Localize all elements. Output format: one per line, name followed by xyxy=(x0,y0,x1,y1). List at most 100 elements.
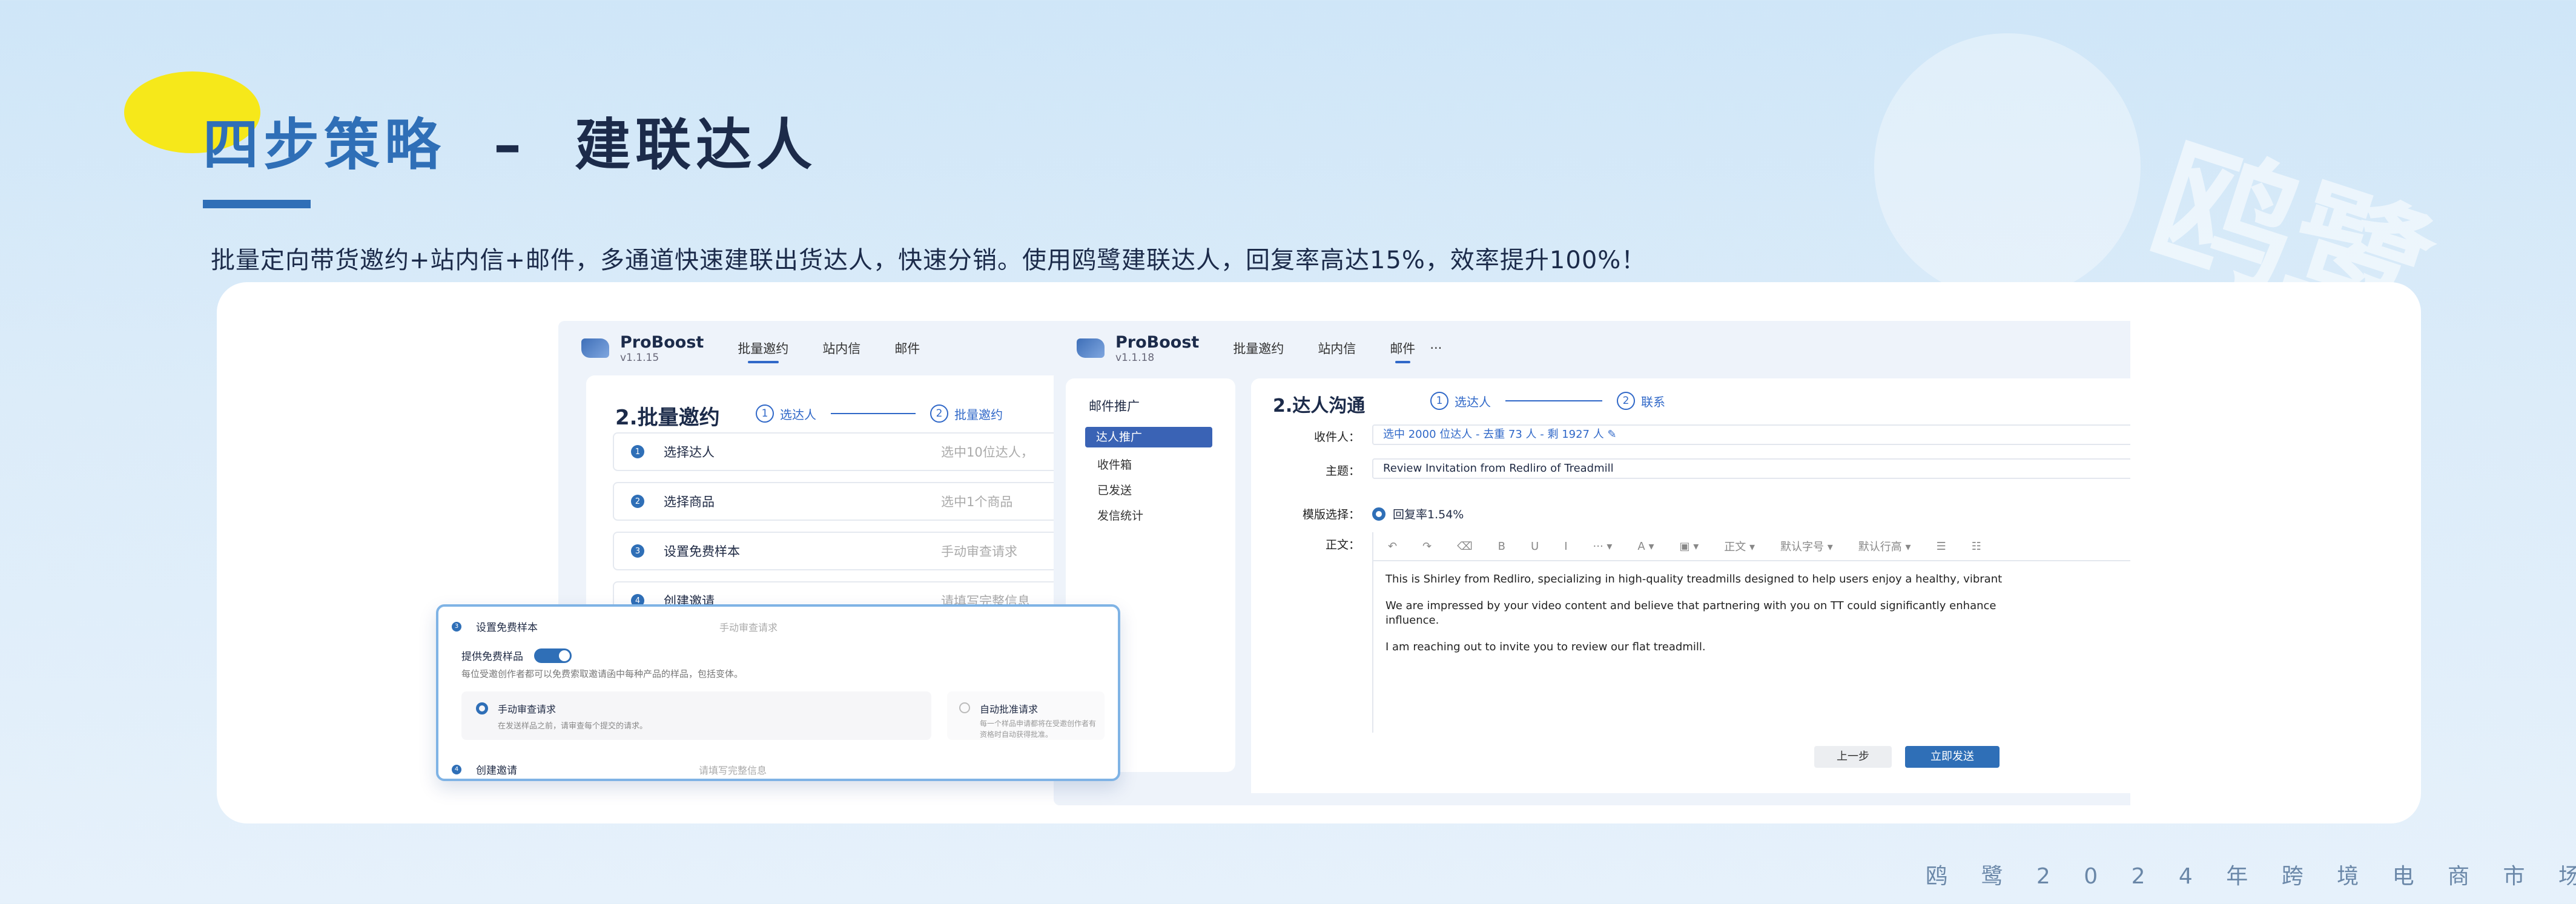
subject-input[interactable]: Review Invitation from Redliro of Treadm… xyxy=(1372,458,2130,479)
sidebar-item-creator-promo[interactable]: 达人推广 xyxy=(1085,427,1212,447)
brand: ProBoost v1.1.18 xyxy=(1115,333,1199,364)
font-color-dropdown[interactable]: A ▾ xyxy=(1637,540,1654,553)
option-note: 每一个样品申请都将在受邀创作者有资格时自动获得批准。 xyxy=(980,719,1097,739)
free-sample-toggle-row: 提供免费样品 xyxy=(461,648,572,663)
page-title: 四步策略 – 建联达人 xyxy=(203,100,817,180)
step-1-label[interactable]: 选达人 xyxy=(780,405,816,423)
nav-more-icon[interactable]: ··· xyxy=(1430,341,1442,355)
toggle-label: 提供免费样品 xyxy=(461,651,523,663)
option-manual-review[interactable]: 手动审查请求 在发送样品之前，请审查每个提交的请求。 xyxy=(461,691,931,740)
brand-name: ProBoost xyxy=(1115,332,1200,352)
watermark-logo xyxy=(1874,33,2141,300)
step-2-circle: 2 xyxy=(930,404,948,423)
title-rest: 建联达人 xyxy=(575,113,817,177)
step-number: 4 xyxy=(452,764,461,774)
subject-label: 主题： xyxy=(1325,464,1360,478)
popup-header-value: 手动审查请求 xyxy=(719,621,778,633)
step-title: 2.达人沟通 xyxy=(1273,395,1366,417)
font-size-dropdown[interactable]: 默认字号 ▾ xyxy=(1780,538,1833,554)
popup-header-label: 设置免费样本 xyxy=(476,622,538,634)
free-sample-popup: 3 设置免费样本 手动审查请求 提供免费样品 每位受邀创作者都可以免费索取邀请函… xyxy=(436,604,1120,781)
body-label: 正文： xyxy=(1325,538,1360,552)
sidebar-item-inbox[interactable]: 收件箱 xyxy=(1097,456,1132,472)
stepper: 1 选达人 2 批量邀约 xyxy=(756,404,1003,423)
nav-tab-inbox-message[interactable]: 站内信 xyxy=(822,339,860,357)
popup-next-row[interactable]: 4 创建邀请 请填写完整信息 xyxy=(452,762,767,777)
toggle-note: 每位受邀创作者都可以免费索取邀请函中每种产品的样品，包括变体。 xyxy=(461,668,744,679)
paragraph-style-dropdown[interactable]: 正文 ▾ xyxy=(1724,538,1755,554)
step-number: 3 xyxy=(452,621,461,632)
bullet-list-icon[interactable]: ☰ xyxy=(1937,540,1946,553)
option-auto-approve[interactable]: 自动批准请求 每一个样品申请都将在受邀创作者有资格时自动获得批准。 xyxy=(947,691,1105,740)
body-line: I am reaching out to invite you to revie… xyxy=(1385,641,1706,653)
nav-tab-batch-invite[interactable]: 批量邀约 xyxy=(738,339,788,363)
italic-icon[interactable]: I xyxy=(1564,540,1567,553)
recipient-label: 收件人： xyxy=(1313,431,1360,444)
step-1-label[interactable]: 选达人 xyxy=(1455,392,1491,410)
numbered-list-icon[interactable]: ☷ xyxy=(1972,540,1981,553)
radio-unselected-icon xyxy=(959,702,970,713)
row-value: 选中10位达人， xyxy=(941,445,1034,460)
free-sample-toggle[interactable] xyxy=(534,648,572,663)
step-1-circle: 1 xyxy=(756,404,774,423)
more-format-dropdown[interactable]: ··· ▾ xyxy=(1593,540,1613,553)
radio-selected-icon xyxy=(476,702,488,714)
option-note: 在发送样品之前，请审查每个提交的请求。 xyxy=(498,722,648,731)
nav-tab-batch-invite[interactable]: 批量邀约 xyxy=(1233,339,1284,357)
popup-header: 3 设置免费样本 手动审查请求 xyxy=(452,619,778,634)
background-color-dropdown[interactable]: ▣ ▾ xyxy=(1680,540,1699,553)
stepper-line xyxy=(831,413,916,414)
stepper-line xyxy=(1505,400,1602,401)
row-number: 3 xyxy=(631,544,644,558)
send-now-button[interactable]: 立即发送 xyxy=(1905,746,2000,768)
template-label: 模版选择： xyxy=(1302,508,1360,521)
proboost-logo-icon xyxy=(581,338,609,358)
compose-footer: 上一步 立即发送 xyxy=(1251,733,2130,793)
underline-icon[interactable]: U xyxy=(1531,540,1539,553)
editor-toolbar: ↶ ↷ ⌫ B U I ··· ▾ A ▾ ▣ ▾ 正文 ▾ 默认字号 ▾ 默认… xyxy=(1373,532,2130,561)
sidebar-item-stats[interactable]: 发信统计 xyxy=(1097,507,1143,523)
step-1-circle: 1 xyxy=(1430,392,1448,410)
body-line: We are impressed by your video content a… xyxy=(1385,599,1996,612)
option-label: 自动批准请求 xyxy=(980,704,1039,715)
proboost-logo-icon xyxy=(1077,338,1105,358)
nav-tab-email[interactable]: 邮件 xyxy=(1390,339,1415,363)
step-2-circle: 2 xyxy=(1617,392,1635,410)
radio-selected-icon xyxy=(1372,507,1385,521)
next-row-label: 创建邀请 xyxy=(476,765,517,777)
step-2-label[interactable]: 批量邀约 xyxy=(954,405,1003,423)
row-value: 手动审查请求 xyxy=(941,544,1017,559)
nav-tab-email[interactable]: 邮件 xyxy=(894,339,920,357)
body-line: influence. xyxy=(1385,614,1439,627)
template-radio[interactable]: 回复率1.54% xyxy=(1372,506,1464,522)
sidebar-title: 邮件推广 xyxy=(1089,399,1140,414)
step-title: 2.批量邀约 xyxy=(615,406,720,430)
row-value: 选中1个商品 xyxy=(941,495,1013,509)
brand: ProBoost v1.1.15 xyxy=(620,333,704,364)
stepper: 1 选达人 2 联系 xyxy=(1430,392,1665,410)
brand-version: v1.1.18 xyxy=(1115,351,1155,364)
sidebar-item-sent[interactable]: 已发送 xyxy=(1097,481,1132,498)
row-number: 2 xyxy=(631,495,644,508)
template-option: 回复率1.54% xyxy=(1393,508,1464,521)
brand-name: ProBoost xyxy=(620,332,704,352)
previous-step-button[interactable]: 上一步 xyxy=(1814,746,1892,768)
brand-version: v1.1.15 xyxy=(620,351,659,364)
title-underline xyxy=(203,200,311,208)
title-highlight: 四步策略 xyxy=(203,113,446,177)
row-number: 1 xyxy=(631,445,644,458)
bold-icon[interactable]: B xyxy=(1498,540,1505,553)
app-header: ProBoost v1.1.18 批量邀约 站内信 邮件 ··· xyxy=(1054,321,2130,375)
body-line: This is Shirley from Redliro, specializi… xyxy=(1385,573,2003,586)
email-compose-panel: 2.达人沟通 1 选达人 2 联系 收件人： 选中 2000 位达人 - 去重 … xyxy=(1251,378,2130,772)
report-footer: 鸥 鹭 2 0 2 4 年 跨 境 电 商 市 场 研 报 xyxy=(1926,864,2576,889)
redo-icon[interactable]: ↷ xyxy=(1422,540,1432,553)
line-height-dropdown[interactable]: 默认行高 ▾ xyxy=(1858,538,1911,554)
undo-icon[interactable]: ↶ xyxy=(1388,540,1397,553)
step-2-label[interactable]: 联系 xyxy=(1641,392,1665,410)
row-label: 选择商品 xyxy=(664,495,715,509)
clear-format-icon[interactable]: ⌫ xyxy=(1457,540,1472,553)
row-label: 设置免费样本 xyxy=(664,544,740,559)
recipient-field[interactable]: 选中 2000 位达人 - 去重 73 人 - 剩 1927 人 ✎ xyxy=(1372,424,2130,445)
nav-tab-inbox-message[interactable]: 站内信 xyxy=(1318,339,1356,357)
